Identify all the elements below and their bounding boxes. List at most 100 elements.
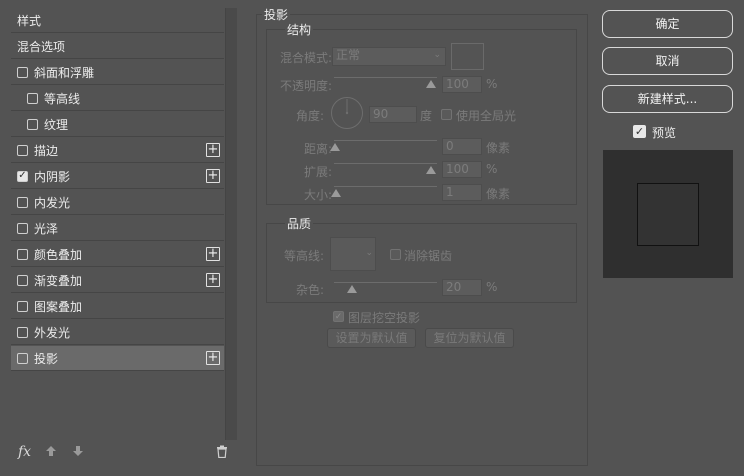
checkbox[interactable]: [17, 248, 28, 260]
opacity-input[interactable]: 100: [442, 76, 482, 93]
spread-label: 扩展:: [303, 165, 332, 179]
add-instance-icon[interactable]: +: [206, 247, 220, 261]
style-list-item-label: 内发光: [34, 195, 71, 210]
add-instance-icon[interactable]: +: [206, 273, 220, 287]
style-list-item-label: 等高线: [44, 91, 81, 106]
style-list-item-label: 渐变叠加: [34, 273, 83, 288]
reset-default-button[interactable]: 复位为默认值: [425, 328, 514, 348]
style-list-item-label: 描边: [34, 143, 59, 158]
noise-label: 杂色:: [295, 283, 324, 297]
distance-unit: 像素: [486, 141, 511, 155]
blend-mode-label: 混合模式:: [279, 51, 332, 65]
style-list-item-label: 投影: [34, 351, 59, 366]
styles-list-scrollbar[interactable]: [225, 8, 237, 440]
checkbox[interactable]: [27, 118, 38, 130]
distance-label: 距离:: [303, 142, 332, 156]
style-list-item[interactable]: 描边 +: [11, 138, 224, 163]
spread-slider[interactable]: [334, 163, 437, 164]
checkbox[interactable]: [17, 144, 28, 156]
add-instance-icon[interactable]: +: [206, 169, 220, 183]
spread-input[interactable]: 100: [442, 161, 482, 178]
style-list-item[interactable]: 斜面和浮雕: [11, 60, 224, 85]
cancel-button[interactable]: 取消: [602, 47, 733, 75]
opacity-slider[interactable]: [334, 77, 437, 78]
contour-label: 等高线:: [283, 249, 324, 263]
style-list-item[interactable]: 颜色叠加 +: [11, 242, 224, 267]
spread-unit: %: [486, 162, 498, 176]
noise-slider[interactable]: [334, 282, 437, 283]
ok-button[interactable]: 确定: [602, 10, 733, 38]
angle-input[interactable]: 90: [369, 106, 417, 123]
angle-unit: 度: [420, 109, 433, 123]
style-list-item-label: 颜色叠加: [34, 247, 83, 262]
style-list-item[interactable]: 样式: [11, 8, 224, 33]
noise-input[interactable]: 20: [442, 279, 482, 296]
fx-icon[interactable]: fx: [18, 444, 31, 460]
style-list-item-label: 内阴影: [34, 169, 71, 184]
distance-slider[interactable]: [334, 140, 437, 141]
style-list-item[interactable]: 图案叠加: [11, 294, 224, 319]
preview-label: 预览: [652, 126, 677, 140]
style-list-item[interactable]: 混合选项: [11, 34, 224, 59]
new-style-button[interactable]: 新建样式...: [602, 85, 733, 113]
noise-slider-thumb[interactable]: [347, 285, 357, 293]
style-list-item-label: 图案叠加: [34, 299, 83, 314]
checkbox[interactable]: [17, 196, 28, 208]
quality-title: 品质: [285, 215, 314, 232]
add-instance-icon[interactable]: +: [206, 143, 220, 157]
distance-input[interactable]: 0: [442, 138, 482, 155]
checkbox[interactable]: [17, 326, 28, 338]
contour-picker[interactable]: ⌄: [330, 237, 376, 271]
style-list-item-label: 混合选项: [17, 39, 66, 54]
style-list-item-label: 纹理: [44, 117, 69, 132]
preview-checkbox[interactable]: ✓: [633, 125, 646, 138]
trash-icon[interactable]: [216, 445, 228, 462]
size-label: 大小:: [303, 188, 332, 202]
shadow-color-swatch[interactable]: [451, 43, 484, 70]
add-instance-icon[interactable]: +: [206, 351, 220, 365]
angle-dial[interactable]: [330, 96, 364, 130]
size-slider[interactable]: [334, 186, 437, 187]
checkbox[interactable]: [27, 92, 38, 104]
make-default-button[interactable]: 设置为默认值: [327, 328, 416, 348]
checkbox[interactable]: [17, 352, 28, 364]
styles-list-toolbar: fx: [11, 441, 237, 467]
blend-mode-value: 正常: [336, 48, 361, 62]
spread-slider-thumb[interactable]: [426, 166, 436, 174]
size-slider-thumb[interactable]: [331, 189, 341, 197]
anti-alias-label: 消除锯齿: [404, 249, 453, 263]
style-list-item-label: 外发光: [34, 325, 71, 340]
style-list-item-label: 样式: [17, 13, 42, 28]
chevron-down-icon: ⌄: [365, 248, 373, 258]
style-list-item[interactable]: 纹理: [11, 112, 224, 137]
style-list-item[interactable]: 投影 +: [11, 346, 224, 371]
anti-alias-checkbox[interactable]: [390, 249, 401, 260]
opacity-slider-thumb[interactable]: [426, 80, 436, 88]
use-global-light-label: 使用全局光: [456, 109, 517, 123]
styles-list: 样式混合选项斜面和浮雕等高线纹理描边 + ✓ 内阴影 + 内发光光泽颜色叠加 + 渐变叠加 + 图…: [11, 8, 224, 440]
checkbox[interactable]: [17, 222, 28, 234]
style-list-item[interactable]: 等高线: [11, 86, 224, 111]
distance-slider-thumb[interactable]: [330, 143, 340, 151]
style-list-item-label: 斜面和浮雕: [34, 65, 95, 80]
style-preview-thumbnail: [637, 183, 699, 246]
checkbox[interactable]: [17, 274, 28, 286]
checked-checkbox[interactable]: ✓: [17, 170, 28, 182]
style-list-item[interactable]: 外发光: [11, 320, 224, 345]
style-list-item[interactable]: 内发光: [11, 190, 224, 215]
style-list-item[interactable]: 光泽: [11, 216, 224, 241]
arrow-up-icon[interactable]: [45, 445, 57, 461]
use-global-light-checkbox[interactable]: [441, 109, 452, 120]
checkbox[interactable]: [17, 300, 28, 312]
layer-knockout-checkbox[interactable]: ✓: [333, 311, 344, 322]
arrow-down-icon[interactable]: [72, 445, 84, 461]
layer-knockout-label: 图层挖空投影: [348, 311, 421, 325]
angle-label: 角度:: [295, 109, 324, 123]
checkbox[interactable]: [17, 66, 28, 78]
noise-unit: %: [486, 280, 498, 294]
style-list-item[interactable]: ✓ 内阴影 +: [11, 164, 224, 189]
structure-title: 结构: [285, 21, 314, 38]
size-input[interactable]: 1: [442, 184, 482, 201]
blend-mode-select[interactable]: 正常 ⌄: [332, 47, 446, 66]
style-list-item[interactable]: 渐变叠加 +: [11, 268, 224, 293]
